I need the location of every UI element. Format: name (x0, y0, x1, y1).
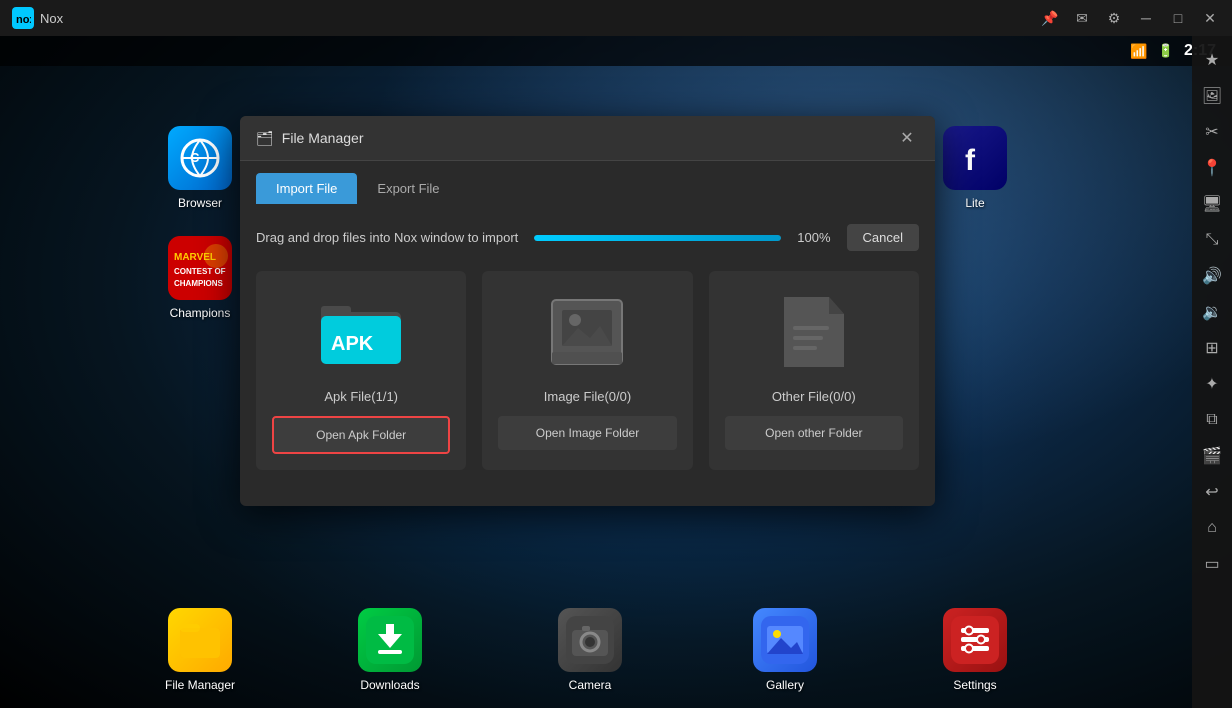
file-cards: APK Apk File(1/1) Open Apk Folder (256, 271, 919, 470)
battery-icon: 🔋 (1158, 43, 1174, 59)
tab-import-file[interactable]: Import File (256, 173, 357, 204)
apk-file-label: Apk File(1/1) (324, 389, 398, 404)
open-image-folder-button[interactable]: Open Image Folder (498, 416, 676, 450)
dialog-overlay: 🗂 File Manager ✕ Import File Export File… (0, 36, 1192, 708)
dialog-body: Drag and drop files into Nox window to i… (240, 204, 935, 506)
drop-text: Drag and drop files into Nox window to i… (256, 230, 518, 245)
drop-area: Drag and drop files into Nox window to i… (256, 224, 919, 251)
image-file-icon (542, 287, 632, 377)
svg-text:nox: nox (16, 14, 31, 26)
wifi-icon: 📶 (1130, 43, 1147, 60)
sidebar-expand-icon[interactable]: ⤡ (1196, 224, 1228, 256)
sidebar-location-icon[interactable]: 📍 (1196, 152, 1228, 184)
svg-text:APK: APK (331, 333, 374, 355)
sidebar-task-icon[interactable]: ▭ (1196, 548, 1228, 580)
dialog-title-area: 🗂 File Manager (256, 130, 363, 147)
progress-percent: 100% (797, 230, 830, 245)
sidebar-home-icon[interactable]: ⌂ (1196, 512, 1228, 544)
nox-icon: nox (12, 7, 34, 29)
progress-bar-fill (534, 235, 781, 241)
file-manager-dialog: 🗂 File Manager ✕ Import File Export File… (240, 116, 935, 506)
other-file-label: Other File(0/0) (772, 389, 856, 404)
sidebar-sparkle-icon[interactable]: ✦ (1196, 368, 1228, 400)
pin-button[interactable]: 📌 (1036, 4, 1064, 32)
right-sidebar: ★ 🖼 ✂ 📍 🖥 ⤡ 🔊 🔉 ⊞ ✦ ⧉ 🎬 ↩ ⌂ ▭ (1192, 36, 1232, 708)
cancel-button[interactable]: Cancel (847, 224, 919, 251)
file-manager-title-icon: 🗂 (256, 130, 274, 147)
maximize-button[interactable]: □ (1164, 4, 1192, 32)
open-apk-folder-button[interactable]: Open Apk Folder (272, 416, 450, 454)
titlebar: nox Nox 📌 ✉ ⚙ ─ □ ✕ (0, 0, 1232, 36)
other-file-icon (769, 287, 859, 377)
mail-button[interactable]: ✉ (1068, 4, 1096, 32)
sidebar-volume-up-icon[interactable]: 🔊 (1196, 260, 1228, 292)
sidebar-back-icon[interactable]: ↩ (1196, 476, 1228, 508)
sidebar-grid-icon[interactable]: ⊞ (1196, 332, 1228, 364)
open-other-folder-button[interactable]: Open other Folder (725, 416, 903, 450)
other-file-card: Other File(0/0) Open other Folder (709, 271, 919, 470)
sidebar-video-icon[interactable]: 🎬 (1196, 440, 1228, 472)
sidebar-star-icon[interactable]: ★ (1196, 44, 1228, 76)
apk-file-card: APK Apk File(1/1) Open Apk Folder (256, 271, 466, 470)
close-button[interactable]: ✕ (1196, 4, 1224, 32)
app-logo: nox Nox (0, 7, 75, 29)
sidebar-volume-down-icon[interactable]: 🔉 (1196, 296, 1228, 328)
settings-button[interactable]: ⚙ (1100, 4, 1128, 32)
dialog-close-button[interactable]: ✕ (895, 126, 919, 150)
dialog-title: File Manager (282, 130, 364, 146)
image-file-label: Image File(0/0) (544, 389, 631, 404)
progress-bar (534, 235, 781, 241)
sidebar-cut-icon[interactable]: ✂ (1196, 116, 1228, 148)
minimize-button[interactable]: ─ (1132, 4, 1160, 32)
sidebar-display-icon[interactable]: 🖥 (1196, 188, 1228, 220)
image-file-card: Image File(0/0) Open Image Folder (482, 271, 692, 470)
window-controls: 📌 ✉ ⚙ ─ □ ✕ (1036, 4, 1232, 32)
tab-export-file[interactable]: Export File (357, 173, 459, 204)
dialog-tabs: Import File Export File (240, 161, 935, 204)
sidebar-layers-icon[interactable]: ⧉ (1196, 404, 1228, 436)
dialog-header: 🗂 File Manager ✕ (240, 116, 935, 161)
apk-folder-icon: APK (316, 287, 406, 377)
statusbar: 📶 🔋 2:17 (0, 36, 1232, 66)
sidebar-screenshot-icon[interactable]: 🖼 (1196, 80, 1228, 112)
app-title: Nox (40, 11, 63, 26)
